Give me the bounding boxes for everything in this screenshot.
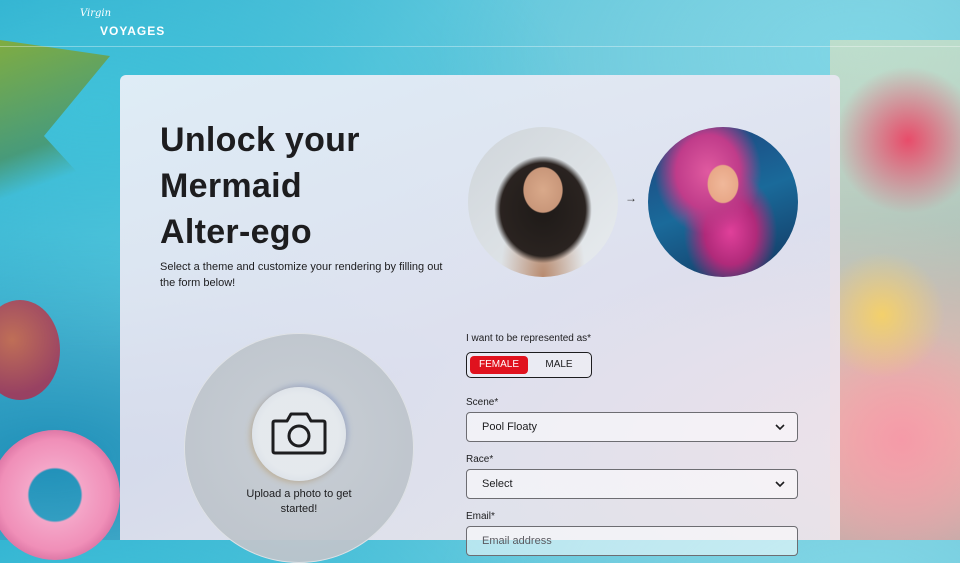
donut-float-decoration [0, 430, 120, 560]
logo-wordmark: VOYAGES [100, 24, 166, 38]
example-mermaid-photo [648, 127, 798, 277]
email-field[interactable]: Email address [466, 526, 798, 556]
photo-upload-area[interactable]: Upload a photo to get started! [184, 333, 414, 563]
email-placeholder: Email address [482, 535, 552, 547]
upload-prompt: Upload a photo to get started! [246, 488, 352, 515]
chevron-down-icon [775, 481, 785, 488]
female-option[interactable]: FEMALE [470, 356, 528, 374]
logo-script: Virgin [80, 8, 112, 19]
race-select[interactable]: Select [466, 469, 798, 499]
gender-toggle: FEMALE MALE [466, 352, 592, 378]
camera-button[interactable] [252, 387, 346, 481]
page-title: Unlock your Mermaid Alter-ego [160, 117, 460, 255]
scene-value: Pool Floaty [482, 421, 538, 433]
race-label: Race* [466, 454, 494, 465]
male-option[interactable]: MALE [531, 356, 587, 374]
arrow-icon: → [625, 191, 637, 205]
scene-select[interactable]: Pool Floaty [466, 412, 798, 442]
title-line-2: Mermaid [160, 167, 302, 205]
example-before-photo [468, 127, 618, 277]
drinks-decoration [830, 40, 960, 540]
scene-label: Scene* [466, 397, 499, 408]
race-value: Select [482, 478, 513, 490]
palm-leaves-decoration [0, 40, 110, 200]
email-label: Email* [466, 511, 495, 522]
camera-icon [271, 412, 327, 455]
pool-float-decoration [0, 300, 60, 400]
represented-as-label: I want to be represented as* [466, 333, 592, 344]
title-line-1: Unlock your [160, 121, 360, 159]
top-bar: Virgin VOYAGES [0, 0, 960, 47]
title-line-3: Alter-ego [160, 213, 312, 251]
page-subtitle: Select a theme and customize your render… [160, 261, 443, 289]
chevron-down-icon [775, 424, 785, 431]
main-panel: Unlock your Mermaid Alter-ego Select a t… [120, 75, 840, 563]
